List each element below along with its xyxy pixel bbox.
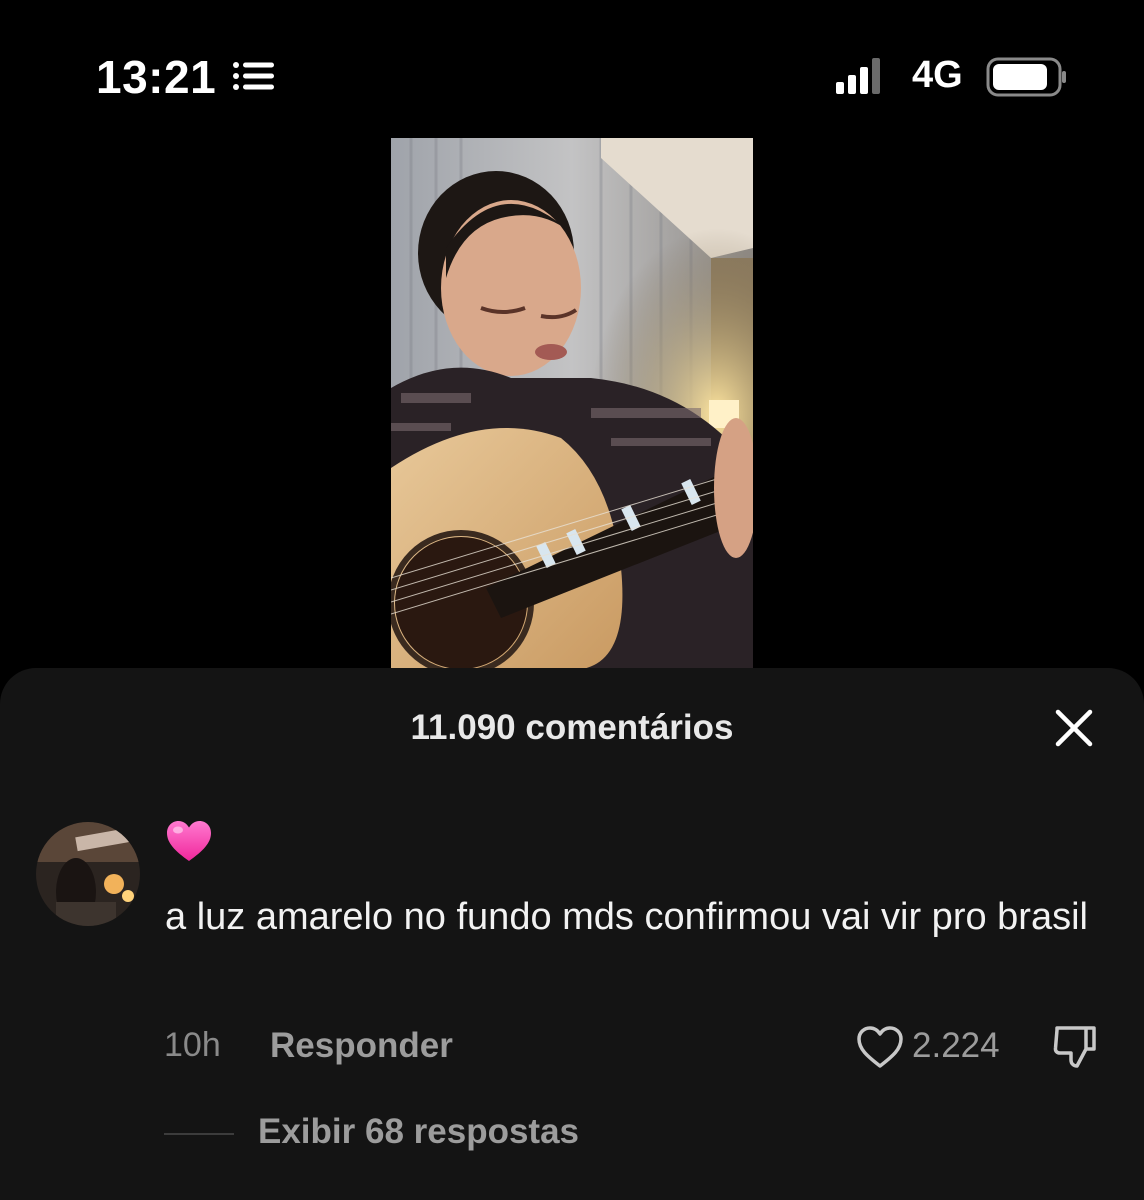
video-thumbnail <box>391 138 753 670</box>
comment-time: 10h <box>164 1026 221 1064</box>
pink-heart-emoji <box>167 821 211 861</box>
replies-divider <box>164 1133 234 1135</box>
status-time: 13:21 <box>96 51 217 103</box>
signal-icon <box>836 58 880 94</box>
status-bar: 13:21 4G <box>0 0 1144 150</box>
view-replies-button[interactable]: Exibir 68 respostas <box>258 1112 579 1152</box>
comment-text: a luz amarelo no fundo mds confirmou vai… <box>165 896 1088 938</box>
close-icon[interactable] <box>1050 704 1098 752</box>
reply-button[interactable]: Responder <box>270 1026 453 1066</box>
thumbs-down-icon[interactable] <box>1050 1022 1098 1070</box>
avatar[interactable] <box>36 822 140 926</box>
avatar-image <box>36 822 140 926</box>
heart-outline-icon[interactable] <box>856 1024 904 1070</box>
battery-icon <box>986 57 1066 97</box>
video-player[interactable] <box>391 138 753 670</box>
network-type: 4G <box>912 54 963 96</box>
comments-count-title: 11.090 comentários <box>410 708 734 747</box>
notification-list-icon <box>233 62 274 90</box>
like-count: 2.224 <box>912 1026 1000 1065</box>
comments-sheet: 11.090 comentários a luz amarelo no fund… <box>0 668 1144 1200</box>
